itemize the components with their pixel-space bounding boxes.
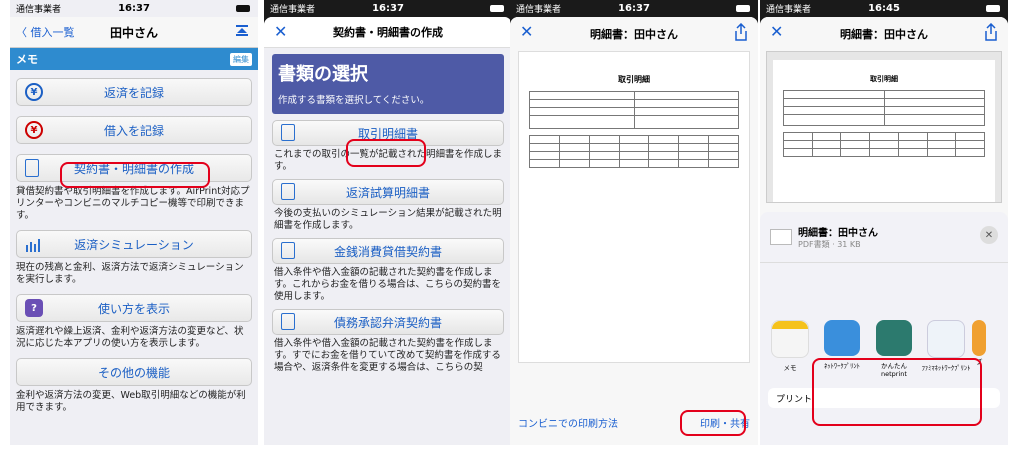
pdf-transaction-table <box>529 135 739 168</box>
notes-icon <box>771 320 809 358</box>
yen-icon: ¥ <box>25 121 43 139</box>
screen-pdf-preview: 通信事業者 16:37 ✕ 明細書：田中さん 取引明細 コンビニでの印刷方法 印… <box>510 0 758 445</box>
network-print-icon <box>824 320 860 356</box>
sort-icon[interactable] <box>234 23 250 39</box>
battery-icon <box>736 5 750 12</box>
clock: 16:37 <box>118 3 150 14</box>
record-borrowing-button[interactable]: ¥ 借入を記録 <box>16 116 252 144</box>
screen-document-select: 通信事業者 16:37 ✕ 契約書・明細書の作成 書類の選択 作成する書類を選択… <box>264 0 512 445</box>
record-repayment-button[interactable]: ¥ 返済を記録 <box>16 78 252 106</box>
banner-title: 書類の選択 <box>278 64 368 85</box>
nav-bar: 〈 借入一覧 田中さん <box>10 17 258 48</box>
create-documents-desc: 貸借契約書や取引明細書を作成します。AirPrint対応プリンターやコンビニのマ… <box>16 186 250 221</box>
edit-memo-button[interactable]: 編集 <box>230 52 252 66</box>
pdf-preview: 取引明細 <box>766 51 1002 203</box>
banner-subtitle: 作成する書類を選択してください。 <box>278 95 430 106</box>
modal-sheet: ✕ 明細書：田中さん 取引明細 コンビニでの印刷方法 印刷・共有 <box>510 17 758 445</box>
pdf-title: 取引明細 <box>870 75 898 83</box>
clock: 16:37 <box>618 3 650 14</box>
repayment-simulation-button[interactable]: 返済シミュレーション <box>16 230 252 258</box>
close-sheet-button[interactable]: ✕ <box>980 226 998 244</box>
page-title: 契約書・明細書の作成 <box>333 26 443 39</box>
nav-bar: ✕ 明細書：田中さん <box>760 17 1008 47</box>
contract-icon <box>281 313 295 330</box>
option-debt-acknowledgement: 債務承認弁済契約書 借入条件や借入金額の記載された契約書を作成します。すでにお金… <box>272 309 504 374</box>
show-usage-button[interactable]: ? 使い方を表示 <box>16 294 252 322</box>
status-bar: 通信事業者 16:37 <box>10 0 258 17</box>
highlight-ring <box>680 410 746 436</box>
status-bar: 通信事業者 16:37 <box>264 0 512 17</box>
selection-banner: 書類の選択 作成する書類を選択してください。 <box>272 54 504 114</box>
app-icon <box>972 320 986 356</box>
famima-print-icon <box>927 320 965 358</box>
page-title: 明細書：田中さん <box>590 28 678 41</box>
screen-loan-detail: 通信事業者 16:37 〈 借入一覧 田中さん メモ 編集 ¥ 返済を記録 ¥ … <box>10 0 258 445</box>
highlight-ring <box>346 139 426 167</box>
other-features-desc: 金利や返済方法の変更、Web取引明細などの機能が利用できます。 <box>16 390 246 413</box>
nav-bar: ✕ 契約書・明細書の作成 <box>264 17 512 48</box>
battery-icon <box>236 5 250 12</box>
option-repayment-estimate: 返済試算明細書 今後の支払いのシミュレーション結果が記載された明細書を作成します… <box>272 179 504 232</box>
highlight-ring <box>812 358 982 426</box>
app-notes[interactable]: メモ <box>764 320 816 378</box>
memo-label: メモ <box>16 53 38 66</box>
nav-bar: ✕ 明細書：田中さん <box>510 17 758 47</box>
memo-bar: メモ 編集 <box>10 48 258 70</box>
chart-icon <box>26 239 40 252</box>
battery-icon <box>490 5 504 12</box>
status-bar: 通信事業者 16:37 <box>510 0 758 17</box>
simulation-desc: 現在の残高と金利、返済方法で返済シミュレーションを実行します。 <box>16 262 244 285</box>
other-features-button[interactable]: その他の機能 <box>16 358 252 386</box>
yen-icon: ¥ <box>25 83 43 101</box>
help-icon: ? <box>25 299 43 317</box>
highlight-ring <box>60 162 210 188</box>
battery-icon <box>986 5 1000 12</box>
clock: 16:37 <box>372 3 404 14</box>
page-title: 明細書：田中さん <box>840 28 928 41</box>
status-bar: 通信事業者 16:45 <box>760 0 1008 17</box>
screen-share-sheet: 通信事業者 16:45 ✕ 明細書：田中さん 取引明細 明細書：田中さん PDF… <box>760 0 1008 445</box>
file-meta: PDF書類 · 31 KB <box>798 240 861 249</box>
share-icon[interactable] <box>984 23 998 41</box>
document-icon <box>281 124 295 141</box>
modal-sheet: ✕ 契約書・明細書の作成 書類の選択 作成する書類を選択してください。 取引明細… <box>264 17 512 445</box>
usage-desc: 返済遅れや繰上返済、金利や返済方法の変更など、状況に応じた本アプリの使い方を表示… <box>16 326 244 349</box>
convenience-print-link[interactable]: コンビニでの印刷方法 <box>518 415 618 430</box>
pdf-summary-table <box>783 90 985 126</box>
pdf-page[interactable]: 取引明細 <box>518 51 750 363</box>
contract-icon <box>281 242 295 259</box>
repayment-estimate-button[interactable]: 返済試算明細書 <box>272 179 504 205</box>
loan-contract-button[interactable]: 金銭消費貸借契約書 <box>272 238 504 264</box>
page-title: 田中さん <box>109 25 158 40</box>
pdf-summary-table <box>529 91 739 129</box>
pdf-transaction-table <box>783 132 985 157</box>
share-icon[interactable] <box>734 23 748 41</box>
debt-acknowledgement-button[interactable]: 債務承認弁済契約書 <box>272 309 504 335</box>
file-info: 明細書：田中さん PDF書類 · 31 KB ✕ <box>760 212 1008 263</box>
file-thumbnail-icon <box>770 229 792 245</box>
option-loan-contract: 金銭消費貸借契約書 借入条件や借入金額の記載された契約書を作成します。これからお… <box>272 238 504 303</box>
document-icon <box>25 159 39 177</box>
document-icon <box>281 183 295 200</box>
clock: 16:45 <box>868 3 900 14</box>
file-name: 明細書：田中さん <box>798 228 878 239</box>
netprint-icon <box>876 320 912 356</box>
pdf-title: 取引明細 <box>618 75 650 84</box>
